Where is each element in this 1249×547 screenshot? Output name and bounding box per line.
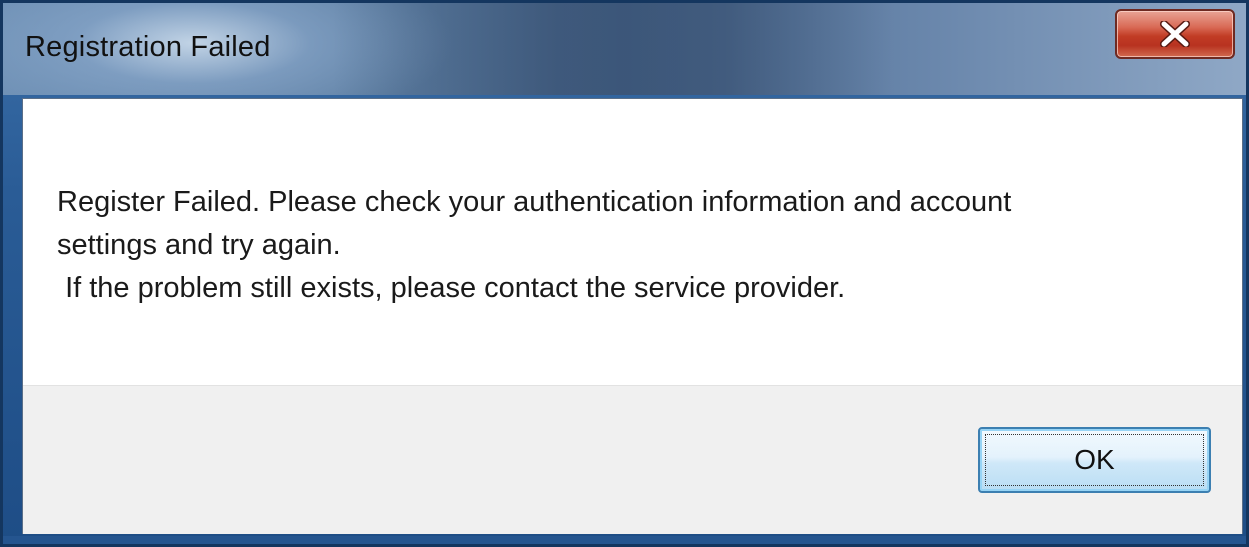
ok-button[interactable]: OK — [978, 427, 1211, 493]
close-x-icon — [1158, 21, 1192, 47]
error-message: Register Failed. Please check your authe… — [57, 186, 1012, 304]
dialog-content: Register Failed. Please check your authe… — [22, 98, 1243, 534]
close-button[interactable] — [1115, 9, 1235, 59]
button-bar: OK — [23, 385, 1242, 534]
registration-failed-dialog: Registration Failed Register Failed. Ple… — [0, 0, 1249, 547]
title-bar[interactable]: Registration Failed — [3, 3, 1246, 95]
window-frame-bottom — [3, 536, 1246, 544]
window-title: Registration Failed — [25, 31, 271, 63]
ok-button-label: OK — [1074, 444, 1115, 475]
